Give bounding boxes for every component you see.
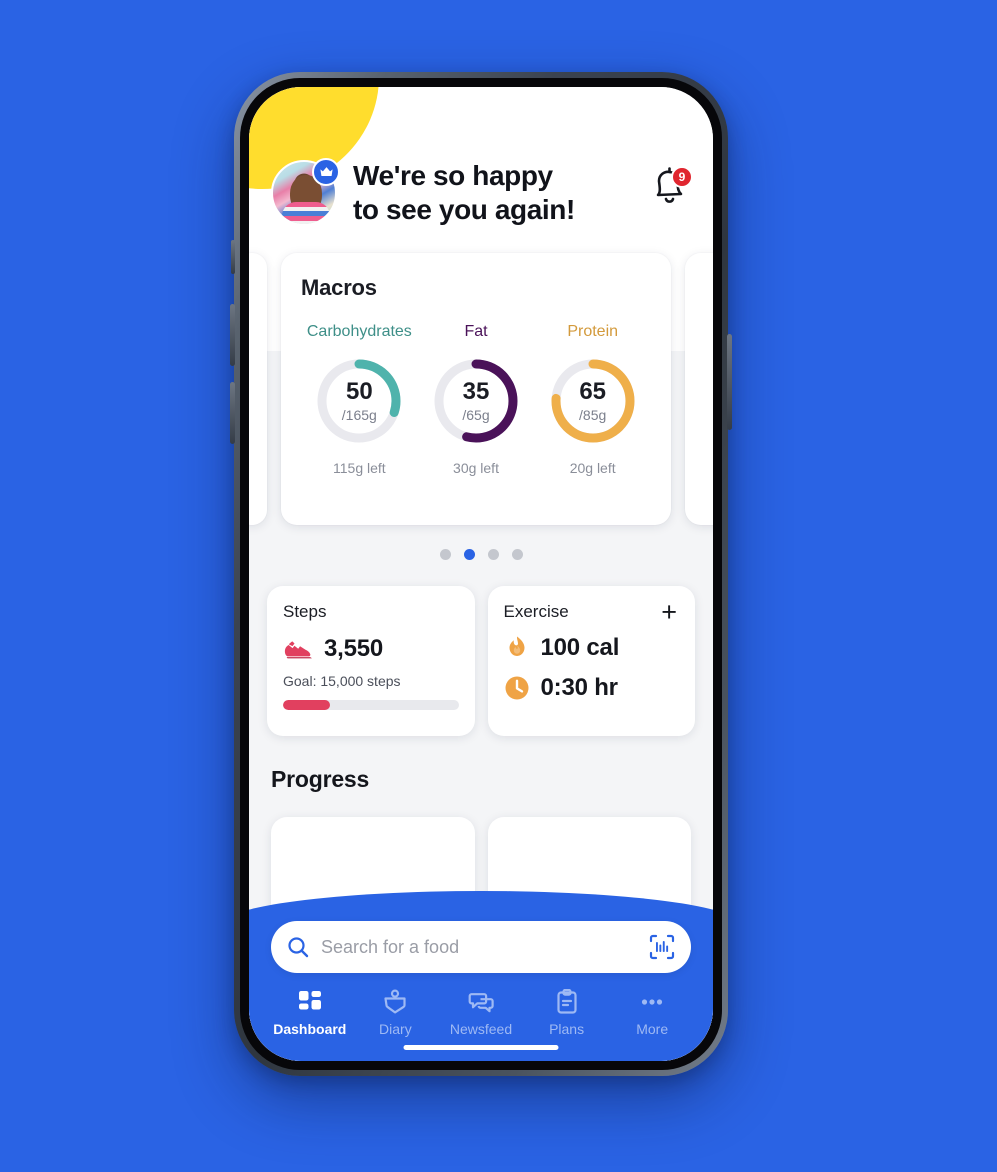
steps-progress-fill xyxy=(283,700,331,711)
exercise-calories-row: 100 cal xyxy=(504,634,680,662)
home-indicator xyxy=(403,1045,559,1050)
nav-label: Dashboard xyxy=(273,1021,347,1037)
nav-item-dashboard[interactable]: Dashboard xyxy=(267,989,353,1037)
nav-label: Diary xyxy=(379,1021,412,1037)
macro-rings-row: Carbohydrates 50 /165g 115g left Fat 35 … xyxy=(301,323,651,476)
macro-value: 65 xyxy=(579,378,607,406)
exercise-calories: 100 cal xyxy=(540,634,620,662)
diary-book-icon xyxy=(384,989,406,1014)
progress-title: Progress xyxy=(271,766,370,793)
phone-bezel: We're so happy to see you again! 9 Macro… xyxy=(240,78,722,1070)
phone-power-button[interactable] xyxy=(727,334,732,430)
running-shoe-icon xyxy=(284,641,312,659)
carousel-pagination[interactable] xyxy=(249,549,713,561)
notifications-button[interactable]: 9 xyxy=(649,166,693,211)
macro-left: 20g left xyxy=(569,460,616,477)
add-exercise-button[interactable]: + xyxy=(659,599,679,626)
macros-title: Macros xyxy=(301,275,377,301)
macro-label: Fat xyxy=(464,323,488,341)
phone-screen: We're so happy to see you again! 9 Macro… xyxy=(249,87,713,1061)
macros-card: Macros Carbohydrates 50 /165g 115g left … xyxy=(281,253,671,526)
macro-left: 115g left xyxy=(333,460,386,477)
stats-row: Steps 3,550 Goal: 15,000 steps Exercise … xyxy=(249,586,713,737)
macro-ring: 50 /165g xyxy=(315,357,403,445)
macro-label: Carbohydrates xyxy=(306,323,412,341)
steps-goal: Goal: 15,000 steps xyxy=(283,673,401,690)
macro-goal: /65g xyxy=(462,407,490,424)
crown-icon xyxy=(312,158,340,187)
phone-volume-down-button[interactable] xyxy=(230,382,235,444)
nav-item-plans[interactable]: Plans xyxy=(524,989,610,1037)
exercise-card[interactable]: Exercise + 100 cal 0:30 hr xyxy=(487,586,695,737)
search-bar[interactable] xyxy=(271,921,691,973)
carousel-card-previous[interactable] xyxy=(249,253,267,526)
exercise-title: Exercise xyxy=(503,602,569,622)
carousel-dot-4[interactable] xyxy=(511,549,523,561)
macro-ring-center: 50 /165g xyxy=(315,357,403,445)
nav-label: Newsfeed xyxy=(449,1021,513,1037)
bottom-bar: Dashboard Diary Ne xyxy=(249,891,713,1061)
macro-goal: /165g xyxy=(341,407,377,424)
macro-label: Protein xyxy=(567,323,619,341)
nav-item-more[interactable]: More xyxy=(609,989,695,1037)
nav-item-diary[interactable]: Diary xyxy=(353,989,439,1037)
clipboard-icon xyxy=(556,989,577,1014)
flame-icon xyxy=(509,636,524,657)
clock-icon xyxy=(505,676,528,700)
macro-value: 50 xyxy=(345,378,373,406)
barcode-scan-icon[interactable] xyxy=(649,934,675,960)
nav-item-newsfeed[interactable]: Newsfeed xyxy=(438,989,524,1037)
steps-title: Steps xyxy=(283,602,327,622)
macro-carbohydrates[interactable]: Carbohydrates 50 /165g 115g left xyxy=(301,323,418,476)
avatar-wrapper[interactable] xyxy=(271,158,340,227)
steps-progress-bar xyxy=(283,700,459,711)
macro-ring-center: 65 /85g xyxy=(549,357,637,445)
greeting-line-1: We're so happy xyxy=(353,160,553,191)
nav-label: More xyxy=(636,1021,669,1037)
carousel-dot-3[interactable] xyxy=(487,549,499,561)
steps-value-row: 3,550 xyxy=(283,635,459,663)
carousel-card-next[interactable] xyxy=(685,253,713,526)
greeting-line-2: to see you again! xyxy=(353,194,575,226)
macro-goal: /85g xyxy=(579,407,607,424)
steps-card-header: Steps xyxy=(283,602,459,622)
chat-bubbles-icon xyxy=(468,993,494,1013)
macros-carousel[interactable]: Macros Carbohydrates 50 /165g 115g left … xyxy=(249,253,713,561)
search-input[interactable] xyxy=(321,936,637,958)
steps-value: 3,550 xyxy=(324,635,384,663)
ellipsis-icon xyxy=(642,999,663,1005)
phone-device: We're so happy to see you again! 9 Macro… xyxy=(230,72,732,1076)
app-header: We're so happy to see you again! 9 xyxy=(249,87,713,227)
dashboard-grid-icon xyxy=(298,991,321,1010)
phone-volume-up-button[interactable] xyxy=(230,304,235,366)
page-title: We're so happy to see you again! xyxy=(353,159,633,227)
search-icon xyxy=(288,937,309,958)
macro-ring-center: 35 /65g xyxy=(432,357,520,445)
exercise-duration: 0:30 hr xyxy=(540,674,619,702)
bottom-navigation[interactable]: Dashboard Diary Newsfeed Plans More xyxy=(249,989,713,1037)
steps-card[interactable]: Steps 3,550 Goal: 15,000 steps xyxy=(267,586,475,737)
macro-ring: 35 /65g xyxy=(432,357,520,445)
exercise-card-header: Exercise + xyxy=(503,599,680,626)
macro-protein[interactable]: Protein 65 /85g 20g left xyxy=(534,323,651,476)
nav-label: Plans xyxy=(549,1021,585,1037)
macro-value: 35 xyxy=(462,378,490,406)
carousel-dot-2[interactable] xyxy=(463,549,475,561)
carousel-track[interactable]: Macros Carbohydrates 50 /165g 115g left … xyxy=(249,253,713,526)
macro-fat[interactable]: Fat 35 /65g 30g left xyxy=(418,323,535,476)
exercise-duration-row: 0:30 hr xyxy=(504,674,680,702)
notification-badge: 9 xyxy=(671,166,693,189)
carousel-dot-1[interactable] xyxy=(439,549,451,561)
macro-ring: 65 /85g xyxy=(549,357,637,445)
phone-silence-switch[interactable] xyxy=(231,240,235,274)
macro-left: 30g left xyxy=(453,460,499,477)
